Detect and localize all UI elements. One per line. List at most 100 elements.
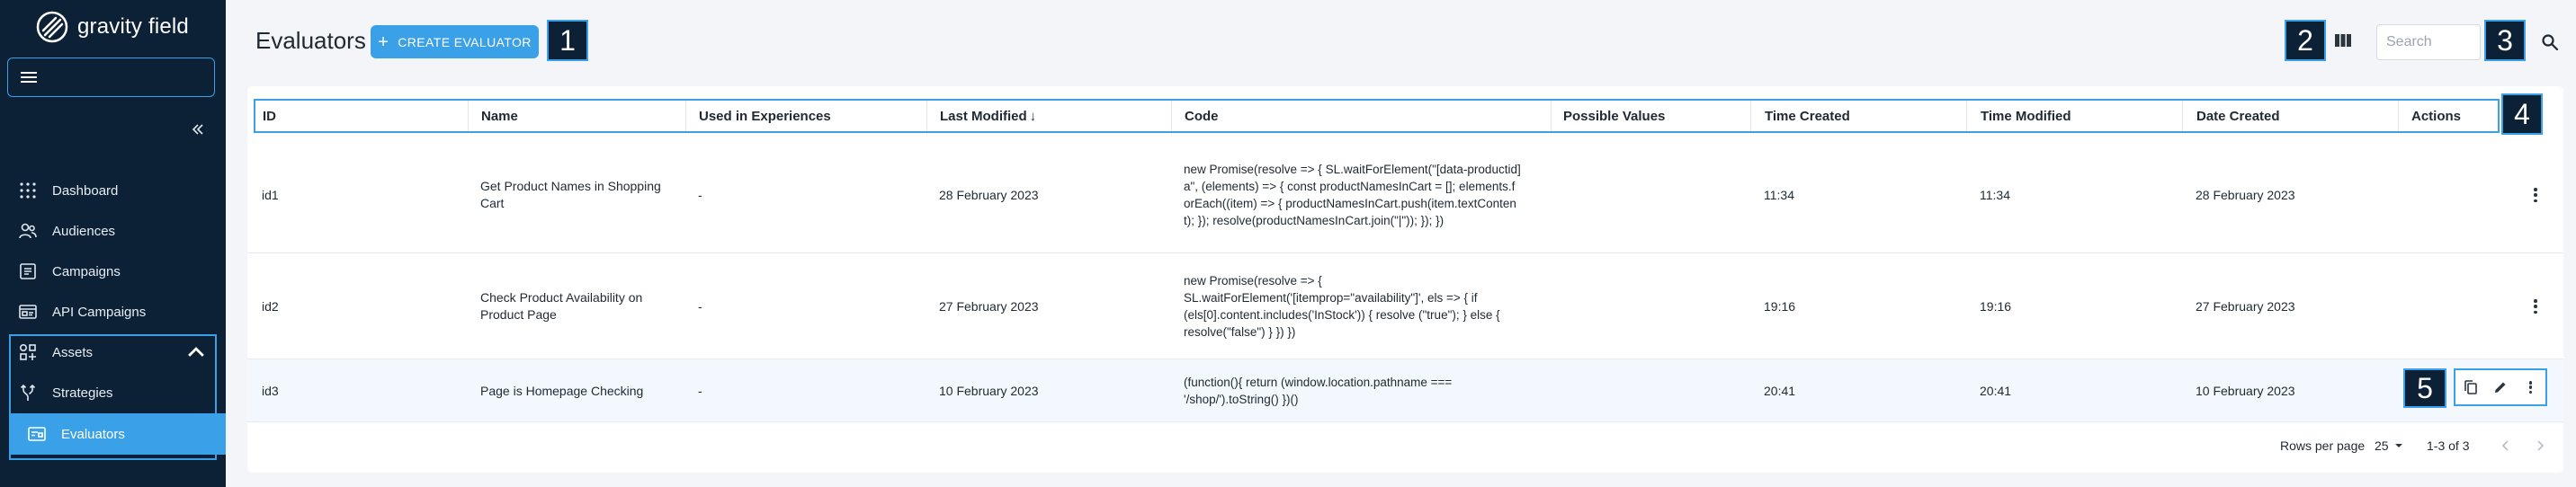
cell-id: id2: [262, 298, 279, 314]
sidebar-item-strategies[interactable]: Strategies: [0, 373, 226, 412]
cell-used-in-experiences: -: [698, 298, 702, 314]
cell-code: (function(){ return (window.location.pat…: [1184, 376, 1453, 406]
next-page-icon[interactable]: [2532, 438, 2548, 454]
sidebar-item-label: Strategies: [52, 385, 113, 401]
cell-time-created: 19:16: [1764, 298, 1796, 314]
annotation-badge: 5: [2403, 368, 2446, 408]
cell-name: Check Product Availability on Product Pa…: [480, 290, 643, 322]
rows-per-page-value: 25: [2375, 438, 2389, 453]
column-divider: [685, 101, 686, 131]
copy-button[interactable]: [2461, 377, 2481, 397]
sidebar-item-label: Evaluators: [61, 426, 125, 442]
page-title: Evaluators: [255, 27, 366, 54]
logo-text: gravity field: [77, 14, 189, 39]
sidebar-item-dashboard[interactable]: Dashboard: [0, 171, 226, 210]
sidebar-item-label: API Campaigns: [52, 304, 147, 320]
cell-possible-values: [1548, 359, 1737, 422]
sidebar-item-label: Campaigns: [52, 263, 121, 279]
table-row[interactable]: id3 Page is Homepage Checking - 10 Febru…: [247, 359, 2563, 422]
sidebar-item-campaigns[interactable]: Campaigns: [0, 252, 226, 291]
sidebar-item-assets[interactable]: Assets: [0, 332, 226, 372]
column-divider: [1750, 101, 1751, 131]
column-header-used-in-experiences[interactable]: Used in Experiences: [692, 101, 831, 131]
cell-code: new Promise(resolve => { SL.waitForEleme…: [1184, 274, 1500, 339]
more-options-icon[interactable]: [2527, 297, 2545, 315]
cell-time-modified: 20:41: [1980, 383, 2012, 398]
list-icon: [20, 263, 36, 279]
column-divider: [468, 101, 469, 131]
rows-per-page-select[interactable]: 25: [2375, 426, 2403, 465]
search-button[interactable]: [2535, 27, 2565, 58]
cell-possible-values: [1548, 253, 1737, 359]
column-header-time-modified[interactable]: Time Modified: [1973, 101, 2071, 131]
annotation-badge: 3: [2484, 20, 2526, 61]
column-header-last-modified[interactable]: Last Modified ↓: [933, 101, 1036, 131]
sidebar-item-evaluators[interactable]: Evaluators: [9, 413, 226, 455]
cell-last-modified: 10 February 2023: [939, 383, 1039, 398]
cell-last-modified: 27 February 2023: [939, 298, 1039, 314]
column-header-label: Last Modified: [940, 108, 1027, 124]
column-header-possible-values[interactable]: Possible Values: [1556, 101, 1665, 131]
cell-code: new Promise(resolve => { SL.waitForEleme…: [1184, 163, 1521, 227]
cell-id: id3: [262, 383, 279, 398]
search-input[interactable]: [2376, 24, 2481, 60]
sidebar-item-label: Dashboard: [52, 182, 119, 199]
hamburger-icon: [21, 72, 37, 83]
cell-date-created: 27 February 2023: [2196, 298, 2295, 314]
shapes-icon: [19, 343, 36, 360]
column-header-date-created[interactable]: Date Created: [2189, 101, 2280, 131]
window-icon: [28, 427, 46, 441]
grid-dots-icon: [20, 182, 36, 199]
evaluators-table-card: ID Name Used in Experiences Last Modifie…: [247, 86, 2563, 473]
logo-icon: [36, 11, 68, 43]
column-header-id[interactable]: ID: [255, 101, 276, 131]
row-actions-toolbar: [2454, 368, 2547, 406]
cell-name: Get Product Names in Shopping Cart: [480, 179, 661, 210]
column-header-name[interactable]: Name: [474, 101, 518, 131]
sidebar-item-audiences[interactable]: Audiences: [0, 211, 226, 251]
annotation-badge: 1: [547, 20, 588, 61]
search-icon: [2542, 34, 2559, 51]
cell-time-created: 20:41: [1764, 383, 1796, 398]
more-options-icon[interactable]: [2527, 186, 2545, 204]
cell-date-created: 10 February 2023: [2196, 383, 2295, 398]
table-row[interactable]: id2 Check Product Availability on Produc…: [247, 253, 2563, 359]
chevron-up-icon: [188, 347, 204, 357]
menu-toggle-button[interactable]: [7, 58, 215, 97]
caret-down-icon: [2394, 444, 2402, 447]
annotation-badge: 4: [2501, 93, 2543, 135]
annotation-badge: 2: [2285, 20, 2326, 61]
cell-used-in-experiences: -: [698, 383, 702, 398]
sidebar-item-label: Audiences: [52, 223, 116, 239]
create-evaluator-button[interactable]: + CREATE EVALUATOR: [371, 25, 539, 58]
pencil-icon: [2494, 382, 2506, 393]
table-row[interactable]: id1 Get Product Names in Shopping Cart -…: [247, 137, 2563, 253]
sidebar-item-label: Assets: [52, 344, 94, 360]
column-header-time-created[interactable]: Time Created: [1758, 101, 1850, 131]
cell-name: Page is Homepage Checking: [480, 383, 644, 398]
cell-id: id1: [262, 187, 279, 202]
plus-icon: +: [378, 31, 389, 52]
columns-icon[interactable]: [2333, 31, 2353, 50]
column-header-code[interactable]: Code: [1177, 101, 1219, 131]
more-options-button[interactable]: [2520, 377, 2540, 397]
sidebar: gravity field Dashboard Audiences Campai…: [0, 0, 226, 487]
cell-time-created: 11:34: [1764, 187, 1794, 202]
cell-possible-values: [1548, 137, 1737, 253]
column-divider: [1966, 101, 1967, 131]
api-icon: [19, 305, 37, 319]
sort-descending-icon: ↓: [1029, 108, 1037, 124]
previous-page-icon[interactable]: [2498, 438, 2514, 454]
column-divider: [1171, 101, 1172, 131]
fork-icon: [20, 384, 36, 401]
sidebar-item-api-campaigns[interactable]: API Campaigns: [0, 292, 226, 332]
people-icon: [19, 223, 37, 239]
column-divider: [926, 101, 927, 131]
collapse-sidebar-icon[interactable]: [189, 120, 207, 138]
pagination-range: 1-3 of 3: [2427, 438, 2470, 453]
create-evaluator-label: CREATE EVALUATOR: [398, 34, 532, 49]
logo[interactable]: gravity field: [36, 9, 189, 45]
edit-button[interactable]: [2491, 377, 2510, 397]
cell-used-in-experiences: -: [698, 187, 702, 202]
column-divider: [2398, 101, 2399, 131]
